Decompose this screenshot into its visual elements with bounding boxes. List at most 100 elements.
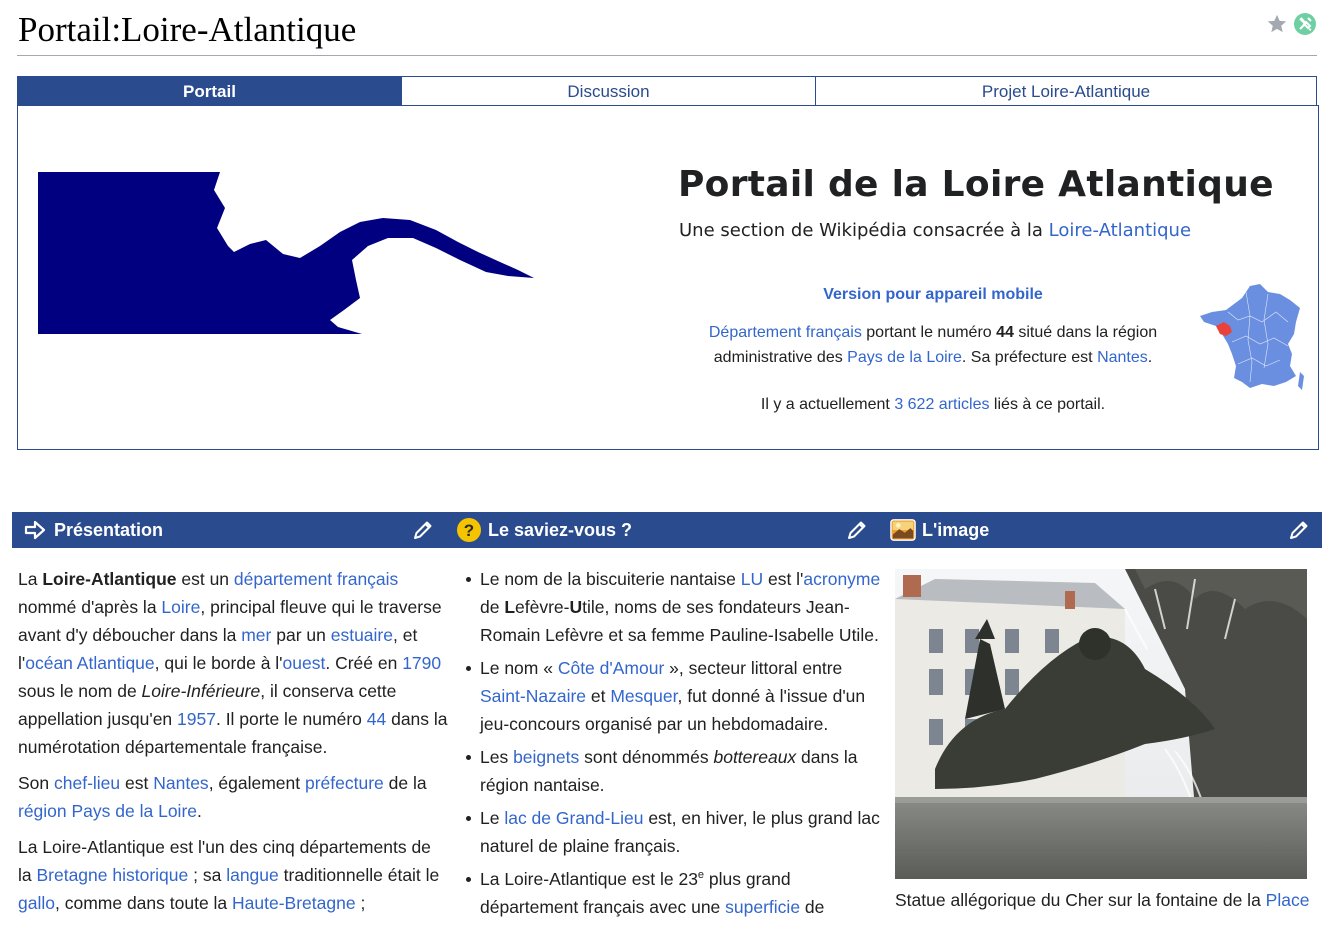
image-caption: Statue allégorique du Cher sur la fontai… <box>895 887 1309 913</box>
text: par un <box>271 625 331 645</box>
page-title: Portail:Loire-Atlantique <box>18 10 357 49</box>
text: . Il porte le numéro <box>215 709 367 729</box>
link-cote-d-amour[interactable]: Côte d'Amour <box>558 658 664 678</box>
star-icon[interactable] <box>1265 12 1289 36</box>
link-loire[interactable]: Loire <box>161 597 200 617</box>
presentation-paragraph: Son chef-lieu est Nantes, également préf… <box>18 769 448 825</box>
text: nommé d'après la <box>18 597 162 617</box>
desc-text: . <box>1147 349 1153 366</box>
text: La <box>18 569 43 589</box>
saviez-list: Le nom de la biscuiterie nantaise LU est… <box>461 565 886 921</box>
text: La Loire-Atlantique est le 23 <box>480 869 698 889</box>
presentation-paragraph: La Loire-Atlantique est l'un des cinq dé… <box>18 833 448 917</box>
link-chef-lieu[interactable]: chef-lieu <box>54 773 120 793</box>
text: ; sa <box>188 865 227 885</box>
text: de la <box>383 773 427 793</box>
link-acronyme[interactable]: acronyme <box>803 569 880 589</box>
link-mesquer[interactable]: Mesquer <box>610 686 677 706</box>
link-mer[interactable]: mer <box>241 625 271 645</box>
text: . <box>197 801 202 821</box>
text: est <box>120 773 154 793</box>
text: , comme dans toute la <box>54 893 233 913</box>
text: Le nom « <box>480 658 558 678</box>
link-superficie[interactable]: superficie <box>725 897 800 917</box>
bold-letter: L <box>504 597 516 617</box>
link-region-pays-de-la-loire[interactable]: région Pays de la Loire <box>18 801 197 821</box>
text: est un <box>176 569 234 589</box>
list-item: Les beignets sont dénommés bottereaux da… <box>466 743 886 799</box>
link-44[interactable]: 44 <box>367 709 386 729</box>
text: de <box>480 597 505 617</box>
link-nantes[interactable]: Nantes <box>153 773 208 793</box>
edit-pencil-icon[interactable] <box>846 519 868 541</box>
text: sous le nom de <box>18 681 142 701</box>
list-item: Le nom de la biscuiterie nantaise LU est… <box>466 565 886 649</box>
banner-description: Département français portant le numéro 4… <box>678 320 1188 370</box>
caption-text: Statue allégorique du Cher sur la fontai… <box>895 890 1266 910</box>
link-ocean-atlantique[interactable]: océan Atlantique <box>25 653 154 673</box>
question-icon: ? <box>456 517 482 543</box>
link-haute-bretagne[interactable]: Haute-Bretagne <box>232 893 356 913</box>
presentation-content: La Loire-Atlantique est un département f… <box>18 565 448 925</box>
tab-discussion[interactable]: Discussion <box>402 76 816 106</box>
text: efèvre- <box>515 597 570 617</box>
section-header-saviez: ? Le saviez-vous ? <box>446 512 880 548</box>
link-departement-francais[interactable]: département français <box>234 569 398 589</box>
link-saint-nazaire[interactable]: Saint-Nazaire <box>480 686 586 706</box>
link-lu[interactable]: LU <box>741 569 763 589</box>
edit-pencil-icon[interactable] <box>1288 519 1310 541</box>
title-divider <box>17 55 1317 56</box>
link-departement-francais[interactable]: Département français <box>709 324 862 341</box>
section-title: Présentation <box>54 519 164 540</box>
link-langue[interactable]: langue <box>226 865 279 885</box>
link-nantes[interactable]: Nantes <box>1097 349 1148 366</box>
link-articles[interactable]: 3 622 articles <box>894 396 989 413</box>
tab-projet[interactable]: Projet Loire-Atlantique <box>816 76 1317 106</box>
tab-portail[interactable]: Portail <box>17 76 402 106</box>
text: ; <box>355 893 366 913</box>
list-item: La Loire-Atlantique est le 23e plus gran… <box>466 865 886 921</box>
presentation-paragraph: La Loire-Atlantique est un département f… <box>18 565 448 761</box>
link-loire-atlantique[interactable]: Loire-Atlantique <box>1049 220 1191 241</box>
text: sont dénommés <box>579 747 714 767</box>
desc-text: . Sa préfecture est <box>961 349 1098 366</box>
edit-pencil-icon[interactable] <box>412 519 434 541</box>
link-lac-de-grand-lieu[interactable]: lac de Grand-Lieu <box>504 808 643 828</box>
list-item: Le nom « Côte d'Amour », secteur littora… <box>466 654 886 738</box>
portal-tabs: Portail Discussion Projet Loire-Atlantiq… <box>17 76 1317 106</box>
text: . Créé en <box>325 653 403 673</box>
text: et <box>586 686 611 706</box>
text: , également <box>208 773 305 793</box>
fountain-photo[interactable] <box>895 569 1307 879</box>
mobile-version-link[interactable]: Version pour appareil mobile <box>678 286 1188 304</box>
dept-number: 44 <box>996 324 1014 341</box>
link-1957[interactable]: 1957 <box>177 709 216 729</box>
link-pays-de-la-loire[interactable]: Pays de la Loire <box>847 349 962 366</box>
text: traditionnelle était le <box>278 865 440 885</box>
link-prefecture[interactable]: préfecture <box>305 773 384 793</box>
text: de <box>800 897 825 917</box>
link-1790[interactable]: 1790 <box>402 653 441 673</box>
picture-icon <box>890 517 916 543</box>
link-place[interactable]: Place <box>1266 890 1310 910</box>
bold-letter: U <box>569 597 583 617</box>
link-gallo[interactable]: gallo <box>18 893 55 913</box>
svg-text:?: ? <box>464 521 474 540</box>
list-item: Le lac de Grand-Lieu est, en hiver, le p… <box>466 804 886 860</box>
desc-text: portant le numéro <box>861 324 997 341</box>
subtitle-text: Une section de Wikipédia consacrée à la <box>679 220 1049 241</box>
article-count: Il y a actuellement 3 622 articles liés … <box>678 396 1188 414</box>
banner-subtitle: Une section de Wikipédia consacrée à la … <box>679 220 1191 241</box>
section-title: Le saviez-vous ? <box>488 519 633 540</box>
text: Le <box>480 808 505 828</box>
link-beignets[interactable]: beignets <box>513 747 579 767</box>
banner-title: Portail de la Loire Atlantique <box>678 164 1274 205</box>
section-header-image: L'image <box>880 512 1322 548</box>
link-ouest[interactable]: ouest <box>283 653 326 673</box>
link-estuaire[interactable]: estuaire <box>331 625 393 645</box>
tools-icon[interactable] <box>1293 12 1317 36</box>
text: Les <box>480 747 514 767</box>
link-bretagne-historique[interactable]: Bretagne historique <box>36 865 188 885</box>
link-loire-atlantique-bold[interactable]: Loire-Atlantique <box>42 569 176 589</box>
text: Son <box>18 773 54 793</box>
